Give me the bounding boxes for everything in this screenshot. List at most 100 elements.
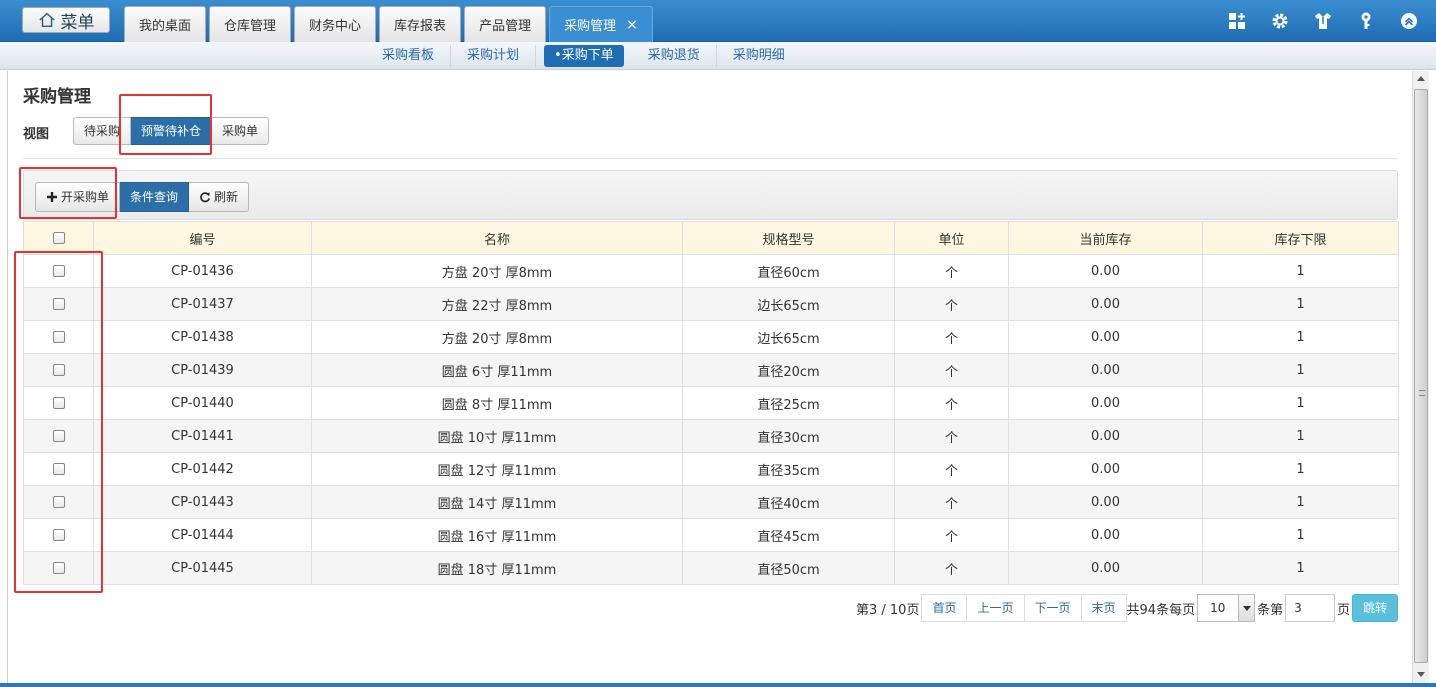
column-header[interactable]: 名称 xyxy=(311,221,683,255)
table-row[interactable]: CP-01445 圆盘 18寸 厚11mm 直径50cm 个 0.00 1 xyxy=(23,551,1399,585)
close-icon[interactable]: × xyxy=(626,17,638,33)
key-icon[interactable] xyxy=(1355,10,1377,32)
cell-unit: 个 xyxy=(894,518,1009,552)
cell-unit: 个 xyxy=(894,485,1009,519)
column-header[interactable]: 库存下限 xyxy=(1202,221,1399,255)
cell-spec: 直径60cm xyxy=(682,254,895,288)
vertical-scrollbar[interactable] xyxy=(1412,71,1429,683)
cell-name: 圆盘 14寸 厚11mm xyxy=(311,485,683,519)
cell-spec: 直径45cm xyxy=(682,518,895,552)
condition-query-button[interactable]: 条件查询 xyxy=(120,182,190,212)
refresh-label: 刷新 xyxy=(214,190,239,204)
prev-page-button[interactable]: 上一页 xyxy=(967,594,1025,622)
scroll-thumb[interactable] xyxy=(1414,89,1428,663)
cell-stock: 0.00 xyxy=(1008,452,1203,486)
next-page-button[interactable]: 下一页 xyxy=(1024,594,1082,622)
cell-spec: 直径40cm xyxy=(682,485,895,519)
page-info: 第3 / 10页 xyxy=(856,602,920,618)
tab-finance[interactable]: 财务中心 xyxy=(294,6,377,42)
tab-desktop[interactable]: 我的桌面 xyxy=(124,6,207,42)
content-area: 采购管理 视图 待采购 预警待补仓 采购单 开采购单 条件查询 刷新 编号 名称… xyxy=(7,71,1412,683)
cell-stock: 0.00 xyxy=(1008,386,1203,420)
tab-warehouse[interactable]: 仓库管理 xyxy=(209,6,292,42)
cell-unit: 个 xyxy=(894,386,1009,420)
table-row[interactable]: CP-01440 圆盘 8寸 厚11mm 直径25cm 个 0.00 1 xyxy=(23,386,1399,420)
page-size-value: 10 xyxy=(1210,601,1226,615)
last-page-button[interactable]: 末页 xyxy=(1081,594,1127,622)
select-all-checkbox[interactable] xyxy=(52,232,65,244)
subnav-item-purchase-return[interactable]: 采购退货 xyxy=(632,45,717,67)
tab-products[interactable]: 产品管理 xyxy=(464,6,547,42)
dashboard-icon[interactable] xyxy=(1226,10,1248,32)
scroll-up-icon[interactable] xyxy=(1413,71,1429,87)
view-label: 视图 xyxy=(23,127,50,142)
shirt-icon[interactable] xyxy=(1312,10,1334,32)
subnav-item-purchase-detail[interactable]: 采购明细 xyxy=(717,45,801,67)
table-row[interactable]: CP-01436 方盘 20寸 厚8mm 直径60cm 个 0.00 1 xyxy=(23,254,1399,288)
table-row[interactable]: CP-01438 方盘 20寸 厚8mm 边长65cm 个 0.00 1 xyxy=(23,320,1399,354)
column-header[interactable]: 单位 xyxy=(894,221,1009,255)
column-header[interactable]: 规格型号 xyxy=(682,221,895,255)
view-purchase-order-button[interactable]: 采购单 xyxy=(212,117,270,145)
cell-spec: 直径35cm xyxy=(682,452,895,486)
gear-icon[interactable] xyxy=(1269,10,1291,32)
bottom-bar xyxy=(0,683,1436,687)
cell-min-stock: 1 xyxy=(1202,254,1399,288)
table-row[interactable]: CP-01442 圆盘 12寸 厚11mm 直径35cm 个 0.00 1 xyxy=(23,452,1399,486)
cell-min-stock: 1 xyxy=(1202,386,1399,420)
column-header[interactable]: 当前库存 xyxy=(1008,221,1203,255)
highlight-toolbar-button xyxy=(19,167,117,219)
table-row[interactable]: CP-01439 圆盘 6寸 厚11mm 直径20cm 个 0.00 1 xyxy=(23,353,1399,387)
table-row[interactable]: CP-01443 圆盘 14寸 厚11mm 直径40cm 个 0.00 1 xyxy=(23,485,1399,519)
top-icons xyxy=(1226,10,1420,32)
page-number-input[interactable]: 3 xyxy=(1285,594,1336,622)
page-size-select[interactable]: 10 xyxy=(1197,594,1256,622)
collapse-icon[interactable] xyxy=(1398,10,1420,32)
cell-code: CP-01437 xyxy=(93,287,312,321)
tab-purchase[interactable]: 采购管理 × xyxy=(549,6,653,42)
cell-min-stock: 1 xyxy=(1202,320,1399,354)
chevron-down-icon[interactable] xyxy=(1238,595,1255,621)
cell-code: CP-01441 xyxy=(93,419,312,453)
cell-name: 方盘 20寸 厚8mm xyxy=(311,320,683,354)
subnav-item-purchase-plan[interactable]: 采购计划 xyxy=(451,45,537,67)
subnav-item-purchase-order[interactable]: •采购下单 xyxy=(544,45,624,67)
cell-stock: 0.00 xyxy=(1008,518,1203,552)
menu-button[interactable]: 菜单 xyxy=(22,7,110,33)
menu-label: 菜单 xyxy=(60,12,95,33)
pagination: 第3 / 10页 首页 上一页 下一页 末页 共94条每页 10 条第 3 页 … xyxy=(856,593,1399,623)
cell-min-stock: 1 xyxy=(1202,485,1399,519)
cell-min-stock: 1 xyxy=(1202,452,1399,486)
jump-button[interactable]: 跳转 xyxy=(1352,594,1399,622)
module-tabs: 我的桌面 仓库管理 财务中心 库存报表 产品管理 采购管理 × xyxy=(124,6,653,42)
scroll-down-icon[interactable] xyxy=(1413,667,1429,683)
cell-code: CP-01444 xyxy=(93,518,312,552)
cell-spec: 直径25cm xyxy=(682,386,895,420)
tab-label: 仓库管理 xyxy=(224,19,277,34)
highlight-row-checkboxes xyxy=(14,251,103,593)
table-row[interactable]: CP-01444 圆盘 16寸 厚11mm 直径45cm 个 0.00 1 xyxy=(23,518,1399,552)
cell-code: CP-01440 xyxy=(93,386,312,420)
tab-inventory-report[interactable]: 库存报表 xyxy=(379,6,462,42)
cell-stock: 0.00 xyxy=(1008,419,1203,453)
first-page-button[interactable]: 首页 xyxy=(921,594,968,622)
sub-nav: 采购看板 采购计划 •采购下单 采购退货 采购明细 xyxy=(0,42,1436,70)
cell-unit: 个 xyxy=(894,551,1009,585)
cell-min-stock: 1 xyxy=(1202,353,1399,387)
tab-label: 库存报表 xyxy=(394,19,447,34)
total-text: 共94条每页 xyxy=(1126,602,1196,618)
cell-name: 圆盘 8寸 厚11mm xyxy=(311,386,683,420)
tab-label: 采购管理 xyxy=(564,19,617,34)
cell-min-stock: 1 xyxy=(1202,287,1399,321)
header-select-all[interactable] xyxy=(23,221,94,255)
cell-name: 圆盘 6寸 厚11mm xyxy=(311,353,683,387)
cell-stock: 0.00 xyxy=(1008,254,1203,288)
grip-icon xyxy=(1419,390,1425,396)
refresh-button[interactable]: 刷新 xyxy=(189,182,250,212)
table-row[interactable]: CP-01437 方盘 22寸 厚8mm 边长65cm 个 0.00 1 xyxy=(23,287,1399,321)
cell-name: 圆盘 16寸 厚11mm xyxy=(311,518,683,552)
table-row[interactable]: CP-01441 圆盘 10寸 厚11mm 直径30cm 个 0.00 1 xyxy=(23,419,1399,453)
column-header[interactable]: 编号 xyxy=(93,221,312,255)
cell-code: CP-01445 xyxy=(93,551,312,585)
subnav-item-purchase-board[interactable]: 采购看板 xyxy=(366,45,452,67)
